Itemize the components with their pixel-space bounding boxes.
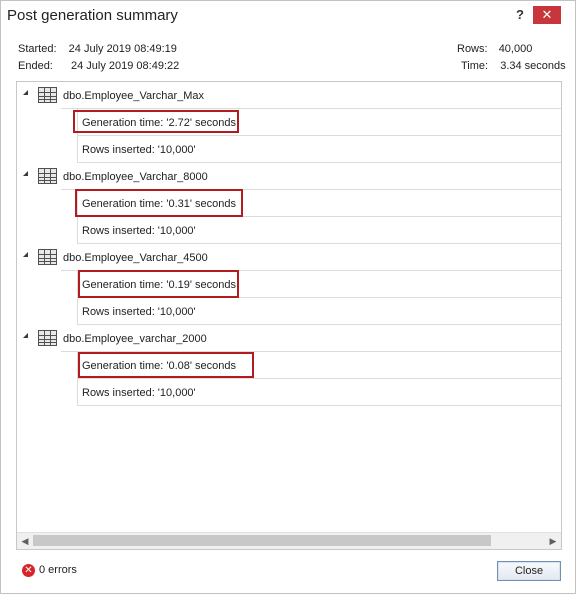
table-icon [38, 249, 57, 265]
errors-count: 0 errors [39, 564, 77, 576]
table-icon [38, 168, 57, 184]
rows-inserted-text: Rows inserted: '10,000' [82, 225, 196, 237]
generation-time-highlight [78, 270, 239, 298]
table-name: dbo.Employee_Varchar_8000 [63, 171, 208, 183]
rows-inserted-text: Rows inserted: '10,000' [82, 387, 196, 399]
expanded-arrow-icon[interactable] [23, 333, 28, 338]
table-name: dbo.Employee_Varchar_4500 [63, 252, 208, 264]
rows-value: 40,000 [498, 43, 533, 55]
generation-time-highlight [78, 352, 254, 378]
results-tree[interactable]: dbo.Employee_Varchar_Max Generation time… [16, 81, 562, 550]
time-row: Time: 3.34 seconds [461, 60, 566, 72]
help-button[interactable]: ? [513, 7, 527, 23]
ended-row: Ended: 24 July 2019 08:49:22 [18, 60, 179, 72]
rows-label: Rows: [457, 43, 488, 55]
expanded-arrow-icon[interactable] [23, 90, 28, 95]
started-label: Started: [18, 43, 57, 55]
post-generation-summary-dialog: Post generation summary ? ✕ Started: 24 … [0, 0, 576, 594]
time-value: 3.34 seconds [500, 60, 566, 72]
expanded-arrow-icon[interactable] [23, 171, 28, 176]
started-value: 24 July 2019 08:49:19 [68, 43, 177, 55]
rows-inserted-text: Rows inserted: '10,000' [82, 144, 196, 156]
started-row: Started: 24 July 2019 08:49:19 [18, 43, 177, 55]
scrollbar-thumb[interactable] [33, 535, 491, 546]
rows-inserted-text: Rows inserted: '10,000' [82, 306, 196, 318]
list-item[interactable]: Rows inserted: '10,000' [78, 298, 561, 325]
list-item[interactable]: Rows inserted: '10,000' [78, 379, 561, 406]
expanded-arrow-icon[interactable] [23, 252, 28, 257]
tree-node-table[interactable]: dbo.Employee_Varchar_8000 [17, 164, 561, 190]
scroll-right-icon[interactable]: ▶ [546, 534, 560, 548]
time-label: Time: [461, 60, 489, 72]
error-icon: ✕ [22, 564, 35, 577]
scroll-left-icon[interactable]: ◀ [18, 534, 32, 548]
generation-time-highlight [75, 189, 243, 217]
close-button[interactable]: Close [497, 561, 561, 581]
list-item[interactable]: Rows inserted: '10,000' [78, 136, 561, 163]
horizontal-scrollbar[interactable]: ◀ ▶ [17, 532, 561, 549]
table-icon [38, 330, 57, 346]
ended-value: 24 July 2019 08:49:22 [71, 60, 180, 72]
window-close-button[interactable]: ✕ [533, 6, 561, 24]
generation-time-highlight [73, 110, 239, 133]
tree-node-table[interactable]: dbo.Employee_Varchar_Max [17, 83, 561, 109]
ended-label: Ended: [18, 60, 53, 72]
title-bar: Post generation summary ? ✕ [1, 1, 575, 29]
rows-row: Rows: 40,000 [457, 43, 532, 55]
tree-node-table[interactable]: dbo.Employee_Varchar_4500 [17, 245, 561, 271]
window-title: Post generation summary [7, 7, 178, 24]
tree-node-table[interactable]: dbo.Employee_varchar_2000 [17, 326, 561, 352]
list-item[interactable]: Rows inserted: '10,000' [78, 217, 561, 244]
table-name: dbo.Employee_Varchar_Max [63, 90, 205, 102]
table-icon [38, 87, 57, 103]
table-name: dbo.Employee_varchar_2000 [63, 333, 207, 345]
